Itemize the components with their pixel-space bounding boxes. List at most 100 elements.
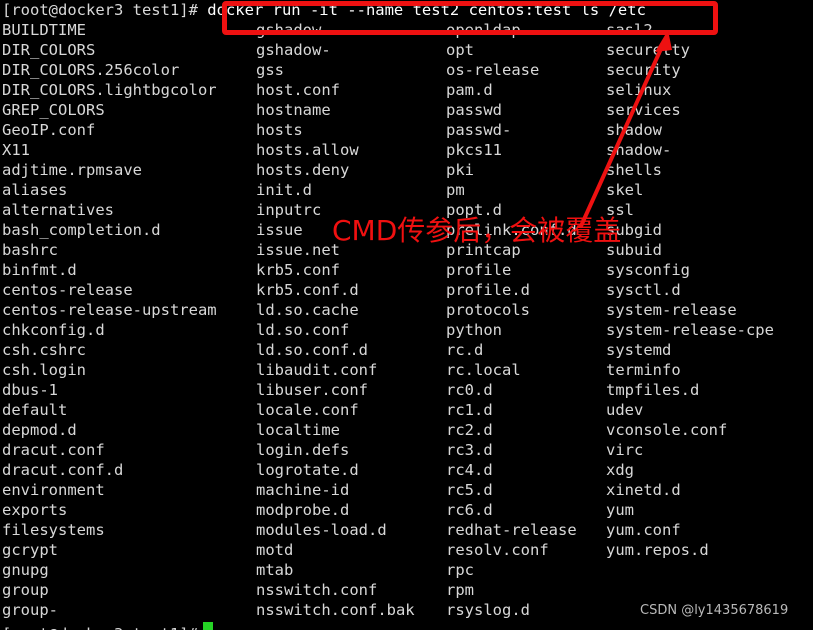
file-entry: libuser.conf bbox=[256, 381, 368, 399]
prompt-line: [root@docker3 test1]# docker run -it --n… bbox=[2, 0, 646, 20]
file-entry: DIR_COLORS.lightbgcolor bbox=[2, 81, 217, 99]
file-entry: ld.so.cache bbox=[256, 301, 359, 319]
file-entry: selinux bbox=[606, 81, 672, 99]
file-entry: X11 bbox=[2, 141, 30, 159]
file-entry: dbus-1 bbox=[2, 381, 58, 399]
file-entry: yum.repos.d bbox=[606, 541, 709, 559]
file-entry: filesystems bbox=[2, 521, 105, 539]
file-entry: shadow bbox=[606, 121, 662, 139]
file-entry: passwd bbox=[446, 101, 502, 119]
file-entry: profile.d bbox=[446, 281, 530, 299]
file-entry: terminfo bbox=[606, 361, 681, 379]
text-cursor bbox=[203, 622, 213, 630]
file-entry: xdg bbox=[606, 461, 634, 479]
file-entry: redhat-release bbox=[446, 521, 577, 539]
file-entry: hosts.allow bbox=[256, 141, 359, 159]
file-entry: host.conf bbox=[256, 81, 340, 99]
terminal-window[interactable]: [root@docker3 test1]# docker run -it --n… bbox=[0, 0, 813, 630]
file-entry: xinetd.d bbox=[606, 481, 681, 499]
file-entry: securetty bbox=[606, 41, 690, 59]
file-entry: group bbox=[2, 581, 49, 599]
file-entry: libaudit.conf bbox=[256, 361, 378, 379]
file-entry: exports bbox=[2, 501, 68, 519]
file-entry: rc.local bbox=[446, 361, 521, 379]
file-entry: DIR_COLORS bbox=[2, 41, 96, 59]
file-entry: rpm bbox=[446, 581, 474, 599]
file-entry: skel bbox=[606, 181, 644, 199]
file-entry: gss bbox=[256, 61, 284, 79]
file-entry: bash_completion.d bbox=[2, 221, 161, 239]
file-entry: nsswitch.conf.bak bbox=[256, 601, 415, 619]
command-text: docker run -it --name test2 centos:test … bbox=[197, 1, 646, 19]
file-entry: machine-id bbox=[256, 481, 350, 499]
file-entry: gshadow bbox=[256, 21, 322, 39]
file-entry: tmpfiles.d bbox=[606, 381, 700, 399]
file-entry: bashrc bbox=[2, 241, 58, 259]
file-entry: subgid bbox=[606, 221, 662, 239]
file-entry: os-release bbox=[446, 61, 540, 79]
file-entry: group- bbox=[2, 601, 58, 619]
file-entry: mtab bbox=[256, 561, 294, 579]
file-entry: GREP_COLORS bbox=[2, 101, 105, 119]
file-entry: pki bbox=[446, 161, 474, 179]
file-entry: gnupg bbox=[2, 561, 49, 579]
file-entry: binfmt.d bbox=[2, 261, 77, 279]
file-entry: alternatives bbox=[2, 201, 114, 219]
file-entry: login.defs bbox=[256, 441, 350, 459]
file-entry: profile bbox=[446, 261, 512, 279]
ls-output: BUILDTIME DIR_COLORS DIR_COLORS.256color DI… bbox=[2, 20, 813, 620]
file-entry: rc2.d bbox=[446, 421, 493, 439]
file-entry: rc3.d bbox=[446, 441, 493, 459]
file-entry: sysctl.d bbox=[606, 281, 681, 299]
watermark: CSDN @ly1435678619 bbox=[640, 603, 789, 618]
file-entry: sysconfig bbox=[606, 261, 690, 279]
file-entry: environment bbox=[2, 481, 105, 499]
file-entry: yum bbox=[606, 501, 634, 519]
file-entry: DIR_COLORS.256color bbox=[2, 61, 180, 79]
file-entry: centos-release-upstream bbox=[2, 301, 217, 319]
file-entry: shadow- bbox=[606, 141, 672, 159]
output-column-3: openldap opt os-release pam.d passwd passwd-p… bbox=[446, 20, 606, 620]
file-entry: openldap bbox=[446, 21, 521, 39]
shell-prompt: [root@docker3 test1]# bbox=[2, 1, 198, 19]
file-entry: hosts bbox=[256, 121, 303, 139]
file-entry: systemd bbox=[606, 341, 672, 359]
file-entry: rpc bbox=[446, 561, 474, 579]
file-entry: chkconfig.d bbox=[2, 321, 105, 339]
file-entry: aliases bbox=[2, 181, 68, 199]
file-entry: protocols bbox=[446, 301, 530, 319]
file-entry: init.d bbox=[256, 181, 312, 199]
file-entry: passwd- bbox=[446, 121, 512, 139]
file-entry: csh.login bbox=[2, 361, 86, 379]
file-entry: hostname bbox=[256, 101, 331, 119]
file-entry: subuid bbox=[606, 241, 662, 259]
file-entry: udev bbox=[606, 401, 644, 419]
file-entry: csh.cshrc bbox=[2, 341, 86, 359]
file-entry: system-release bbox=[606, 301, 737, 319]
file-entry: opt bbox=[446, 41, 474, 59]
file-entry: rc5.d bbox=[446, 481, 493, 499]
file-entry: rc1.d bbox=[446, 401, 493, 419]
file-entry: ld.so.conf.d bbox=[256, 341, 368, 359]
file-entry: GeoIP.conf bbox=[2, 121, 96, 139]
file-entry: adjtime.rpmsave bbox=[2, 161, 142, 179]
file-entry: modules-load.d bbox=[256, 521, 387, 539]
file-entry: locale.conf bbox=[256, 401, 359, 419]
file-entry: krb5.conf bbox=[256, 261, 340, 279]
file-entry: rc6.d bbox=[446, 501, 493, 519]
file-entry: rc.d bbox=[446, 341, 484, 359]
file-entry: system-release-cpe bbox=[606, 321, 774, 339]
file-entry: services bbox=[606, 101, 681, 119]
file-entry: rsyslog.d bbox=[446, 601, 530, 619]
file-entry: sasl2 bbox=[606, 21, 653, 39]
output-column-2: gshadow gshadow-gss host.conf hostname hosts… bbox=[256, 20, 446, 620]
file-entry: python bbox=[446, 321, 502, 339]
file-entry: krb5.conf.d bbox=[256, 281, 359, 299]
file-entry: pm bbox=[446, 181, 465, 199]
file-entry: default bbox=[2, 401, 68, 419]
file-entry: dracut.conf.d bbox=[2, 461, 124, 479]
output-column-4: sasl2 securetty security selinux services sha… bbox=[606, 20, 806, 620]
file-entry: pkcs11 bbox=[446, 141, 502, 159]
bottom-prompt-line: [root@docker3 test1]# bbox=[2, 624, 198, 630]
file-entry: gcrypt bbox=[2, 541, 58, 559]
